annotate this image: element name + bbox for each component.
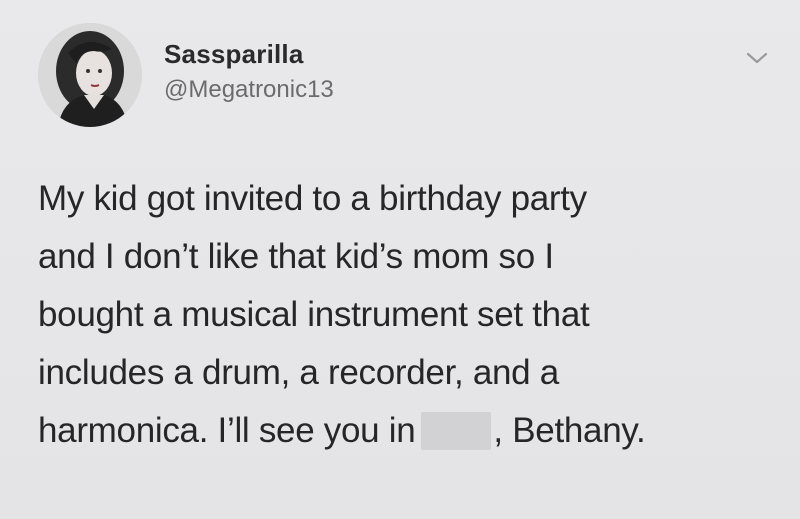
tweet-card: Sassparilla @Megatronic13 My kid got inv…: [0, 0, 800, 519]
tweet-text-line: includes a drum, a recorder, and a: [38, 353, 559, 392]
avatar[interactable]: [38, 23, 142, 127]
tweet-text: My kid got invited to a birthday party a…: [38, 170, 768, 460]
tweet-text-line: bought a musical instrument set that: [38, 295, 590, 334]
tweet-text-line: My kid got invited to a birthday party: [38, 179, 587, 218]
tweet-header: Sassparilla @Megatronic13: [38, 20, 334, 130]
tweet-text-line-last: harmonica. I’ll see you in , Bethany.: [38, 402, 768, 460]
redacted-word: [421, 412, 492, 450]
chevron-down-icon[interactable]: [742, 46, 772, 70]
tweet-text-before-redaction: harmonica. I’ll see you in: [38, 411, 416, 450]
user-names: Sassparilla @Megatronic13: [164, 38, 334, 106]
display-name[interactable]: Sassparilla: [164, 38, 334, 70]
tweet-text-after-redaction: , Bethany.: [493, 411, 646, 450]
profile-photo-icon: [38, 23, 142, 127]
tweet-text-line: and I don’t like that kid’s mom so I: [38, 237, 554, 276]
user-handle[interactable]: @Megatronic13: [164, 74, 334, 106]
